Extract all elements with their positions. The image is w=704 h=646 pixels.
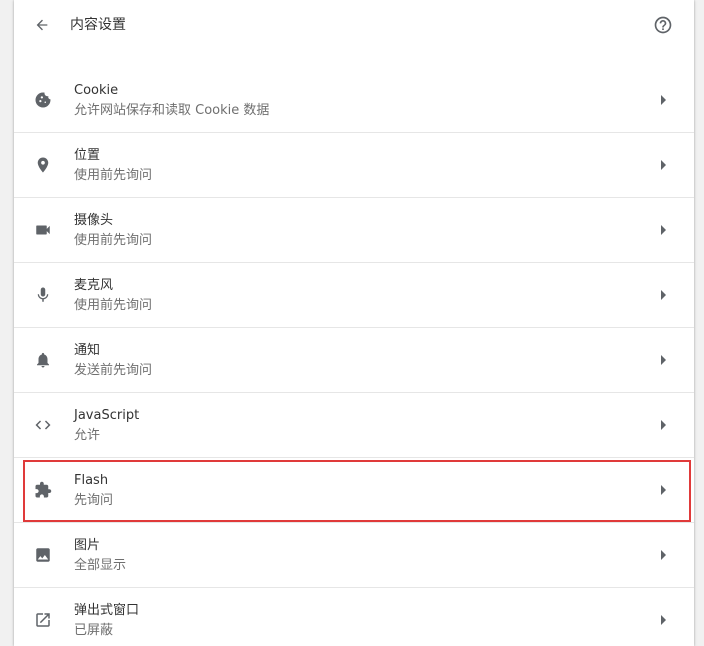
- setting-row-cookie[interactable]: Cookie 允许网站保存和读取 Cookie 数据: [14, 68, 694, 133]
- chevron-right-icon: [660, 355, 668, 365]
- settings-list: Cookie 允许网站保存和读取 Cookie 数据 位置 使用前先询问 摄像头…: [14, 68, 694, 646]
- setting-title: Cookie: [74, 83, 119, 98]
- setting-title: 图片: [74, 538, 101, 553]
- page-title: 内容设置: [70, 17, 126, 33]
- setting-title: 通知: [74, 343, 101, 358]
- setting-subtitle: 使用前先询问: [74, 168, 153, 183]
- back-button[interactable]: [30, 13, 54, 37]
- puzzle-icon: [33, 480, 53, 500]
- setting-row-microphone[interactable]: 麦克风 使用前先询问: [14, 263, 694, 328]
- setting-row-notifications[interactable]: 通知 发送前先询问: [14, 328, 694, 393]
- setting-title: JavaScript: [74, 408, 140, 423]
- open-in-new-icon: [33, 610, 53, 630]
- page-header: 内容设置: [14, 0, 694, 50]
- setting-row-javascript[interactable]: JavaScript 允许: [14, 393, 694, 458]
- cookie-icon: [33, 90, 53, 110]
- chevron-right-icon: [660, 485, 668, 495]
- videocam-icon: [33, 220, 53, 240]
- setting-subtitle: 允许: [74, 428, 101, 443]
- setting-row-flash[interactable]: Flash 先询问: [14, 458, 694, 523]
- setting-row-popups[interactable]: 弹出式窗口 已屏蔽: [14, 588, 694, 646]
- chevron-right-icon: [660, 160, 668, 170]
- setting-title: 弹出式窗口: [74, 603, 140, 618]
- help-icon: [654, 16, 672, 34]
- setting-subtitle: 已屏蔽: [74, 623, 114, 638]
- chevron-right-icon: [660, 225, 668, 235]
- setting-title: Flash: [74, 473, 109, 488]
- setting-row-camera[interactable]: 摄像头 使用前先询问: [14, 198, 694, 263]
- chevron-right-icon: [660, 550, 668, 560]
- mic-icon: [33, 285, 53, 305]
- arrow-back-icon: [36, 19, 48, 31]
- setting-row-images[interactable]: 图片 全部显示: [14, 523, 694, 588]
- chevron-right-icon: [660, 615, 668, 625]
- setting-subtitle: 使用前先询问: [74, 233, 153, 248]
- setting-subtitle: 全部显示: [74, 558, 127, 573]
- setting-title: 摄像头: [74, 213, 114, 228]
- chevron-right-icon: [660, 420, 668, 430]
- setting-subtitle: 先询问: [74, 493, 114, 508]
- setting-title: 麦克风: [74, 278, 114, 293]
- content-settings-card: 内容设置 Cookie 允许网站保存和读取 Cookie 数据 位置 使用前先询…: [14, 0, 694, 646]
- setting-subtitle: 使用前先询问: [74, 298, 153, 313]
- chevron-right-icon: [660, 290, 668, 300]
- bell-icon: [33, 350, 53, 370]
- image-icon: [33, 545, 53, 565]
- setting-row-location[interactable]: 位置 使用前先询问: [14, 133, 694, 198]
- setting-subtitle: 发送前先询问: [74, 363, 153, 378]
- setting-subtitle: 允许网站保存和读取 Cookie 数据: [74, 103, 270, 118]
- location-pin-icon: [33, 155, 53, 175]
- help-button[interactable]: [652, 14, 674, 36]
- chevron-right-icon: [660, 95, 668, 105]
- code-icon: [33, 415, 53, 435]
- setting-title: 位置: [74, 148, 101, 163]
